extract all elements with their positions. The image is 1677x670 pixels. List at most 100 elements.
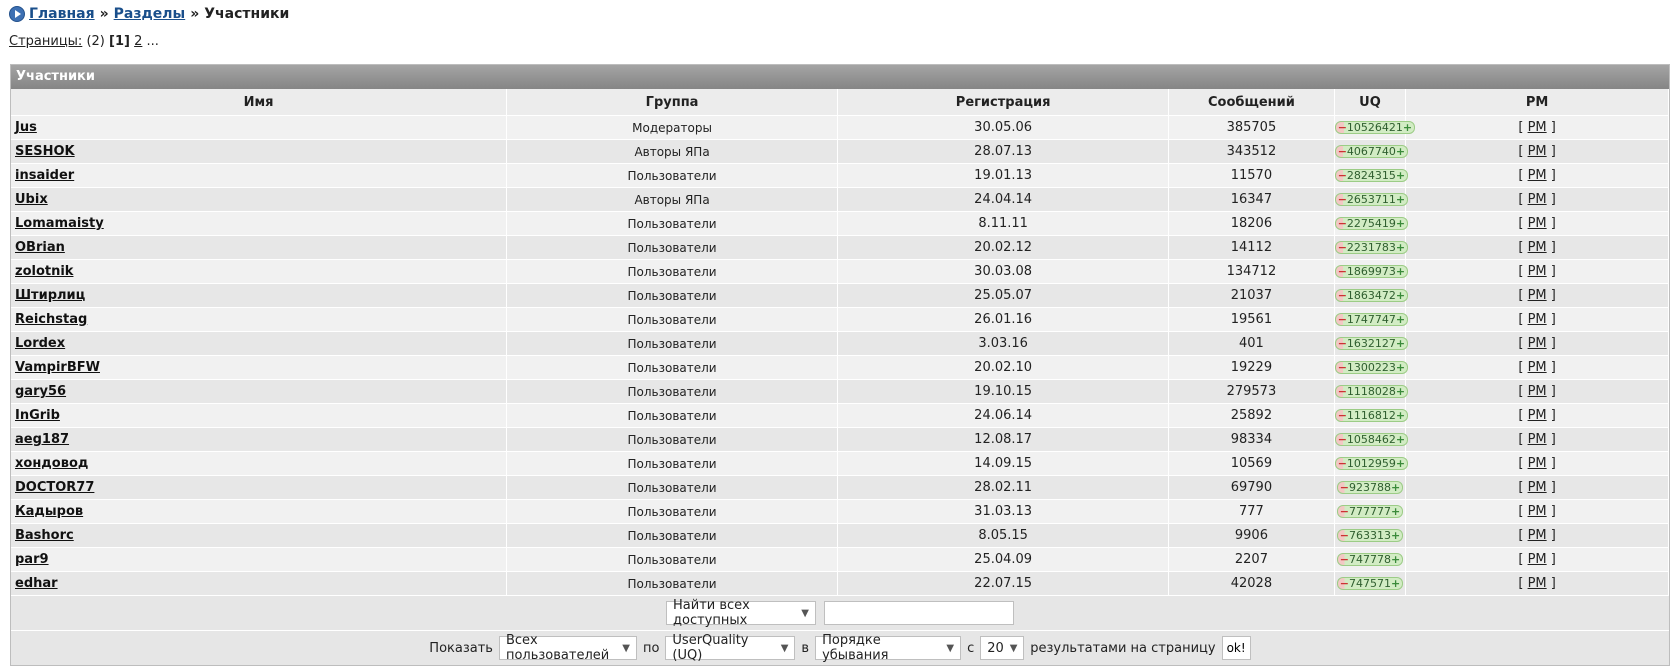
pm-link[interactable]: PM bbox=[1528, 216, 1547, 231]
member-name-link[interactable]: aeg187 bbox=[15, 432, 69, 447]
member-name-link[interactable]: OBrian bbox=[15, 240, 65, 255]
uq-minus-icon[interactable]: − bbox=[1338, 337, 1347, 350]
pm-link[interactable]: PM bbox=[1528, 408, 1547, 423]
column-header-posts[interactable]: Сообщений bbox=[1168, 89, 1335, 116]
member-name-link[interactable]: edhar bbox=[15, 576, 58, 591]
column-header-registration[interactable]: Регистрация bbox=[837, 89, 1170, 116]
uq-minus-icon[interactable]: − bbox=[1338, 385, 1347, 398]
member-name-link[interactable]: par9 bbox=[15, 552, 49, 567]
pm-link[interactable]: PM bbox=[1528, 120, 1547, 135]
pm-link[interactable]: PM bbox=[1528, 336, 1547, 351]
uq-minus-icon[interactable]: − bbox=[1338, 145, 1347, 158]
uq-minus-icon[interactable]: − bbox=[1338, 457, 1347, 470]
users-filter-select[interactable]: Всех пользователей ▼ bbox=[498, 633, 637, 663]
uq-plus-icon[interactable]: + bbox=[1396, 361, 1405, 374]
pm-link[interactable]: PM bbox=[1528, 504, 1547, 519]
uq-minus-icon[interactable]: − bbox=[1338, 193, 1347, 206]
uq-plus-icon[interactable]: + bbox=[1396, 313, 1405, 326]
uq-minus-icon[interactable]: − bbox=[1338, 409, 1347, 422]
search-mode-select[interactable]: Найти всех доступных ▼ bbox=[666, 598, 816, 628]
pm-link[interactable]: PM bbox=[1528, 432, 1547, 447]
uq-minus-icon[interactable]: − bbox=[1338, 169, 1347, 182]
uq-plus-icon[interactable]: + bbox=[1396, 241, 1405, 254]
member-name-link[interactable]: SESHOK bbox=[15, 144, 75, 159]
member-name-link[interactable]: InGrib bbox=[15, 408, 60, 423]
pages-label[interactable]: Страницы: bbox=[9, 34, 82, 49]
uq-minus-icon[interactable]: − bbox=[1338, 289, 1347, 302]
column-header-pm[interactable]: PM bbox=[1405, 89, 1669, 116]
pm-link[interactable]: PM bbox=[1528, 144, 1547, 159]
pm-link[interactable]: PM bbox=[1528, 384, 1547, 399]
uq-plus-icon[interactable]: + bbox=[1396, 193, 1405, 206]
sort-order-select[interactable]: Порядке убывания ▼ bbox=[815, 633, 962, 663]
uq-plus-icon[interactable]: + bbox=[1391, 577, 1400, 590]
uq-plus-icon[interactable]: + bbox=[1396, 289, 1405, 302]
uq-value: 2824315 bbox=[1346, 169, 1396, 182]
pm-link[interactable]: PM bbox=[1528, 480, 1547, 495]
member-name-link[interactable]: insaider bbox=[15, 168, 74, 183]
uq-minus-icon[interactable]: − bbox=[1340, 577, 1349, 590]
member-name-link[interactable]: Ubix bbox=[15, 192, 48, 207]
search-input[interactable] bbox=[824, 601, 1014, 625]
uq-plus-icon[interactable]: + bbox=[1396, 217, 1405, 230]
sort-field-select[interactable]: UserQuality (UQ) ▼ bbox=[665, 633, 796, 663]
uq-minus-icon[interactable]: − bbox=[1338, 361, 1347, 374]
column-header-group[interactable]: Группа bbox=[506, 89, 839, 116]
page-2-link[interactable]: 2 bbox=[134, 34, 142, 49]
member-name-link[interactable]: VampirBFW bbox=[15, 360, 100, 375]
member-name-link[interactable]: Jus bbox=[15, 120, 37, 135]
member-name-link[interactable]: хондовод bbox=[15, 456, 88, 471]
uq-plus-icon[interactable]: + bbox=[1396, 169, 1405, 182]
breadcrumb-home-link[interactable]: Главная bbox=[29, 6, 95, 22]
pm-link[interactable]: PM bbox=[1528, 552, 1547, 567]
column-header-name[interactable]: Имя bbox=[11, 89, 508, 116]
uq-minus-icon[interactable]: − bbox=[1338, 433, 1347, 446]
member-name-link[interactable]: Bashorc bbox=[15, 528, 74, 543]
members-panel: Участники Имя Группа Регистрация Сообщен… bbox=[10, 64, 1670, 666]
uq-minus-icon[interactable]: − bbox=[1340, 553, 1349, 566]
uq-minus-icon[interactable]: − bbox=[1338, 121, 1347, 134]
uq-minus-icon[interactable]: − bbox=[1340, 481, 1349, 494]
member-name-link[interactable]: gary56 bbox=[15, 384, 66, 399]
uq-plus-icon[interactable]: + bbox=[1391, 481, 1400, 494]
member-name-link[interactable]: Lomamaisty bbox=[15, 216, 104, 231]
pm-link[interactable]: PM bbox=[1528, 312, 1547, 327]
member-name-link[interactable]: DOCTOR77 bbox=[15, 480, 94, 495]
uq-plus-icon[interactable]: + bbox=[1396, 337, 1405, 350]
pm-link[interactable]: PM bbox=[1528, 264, 1547, 279]
uq-plus-icon[interactable]: + bbox=[1396, 145, 1405, 158]
uq-minus-icon[interactable]: − bbox=[1338, 241, 1347, 254]
member-name-link[interactable]: zolotnik bbox=[15, 264, 73, 279]
member-name-link[interactable]: Штирлиц bbox=[15, 288, 85, 303]
breadcrumb-sections-link[interactable]: Разделы bbox=[114, 6, 186, 22]
uq-plus-icon[interactable]: + bbox=[1396, 433, 1405, 446]
uq-plus-icon[interactable]: + bbox=[1396, 385, 1405, 398]
pm-link[interactable]: PM bbox=[1528, 528, 1547, 543]
pm-link[interactable]: PM bbox=[1528, 168, 1547, 183]
pm-link[interactable]: PM bbox=[1528, 576, 1547, 591]
pm-link[interactable]: PM bbox=[1528, 288, 1547, 303]
pm-link[interactable]: PM bbox=[1528, 456, 1547, 471]
uq-plus-icon[interactable]: + bbox=[1391, 553, 1400, 566]
uq-plus-icon[interactable]: + bbox=[1403, 121, 1412, 134]
uq-plus-icon[interactable]: + bbox=[1396, 265, 1405, 278]
pm-link[interactable]: PM bbox=[1528, 192, 1547, 207]
uq-minus-icon[interactable]: − bbox=[1340, 529, 1349, 542]
member-name-link[interactable]: Lordex bbox=[15, 336, 65, 351]
pm-link[interactable]: PM bbox=[1528, 360, 1547, 375]
uq-minus-icon[interactable]: − bbox=[1338, 217, 1347, 230]
uq-plus-icon[interactable]: + bbox=[1391, 505, 1400, 518]
uq-badge: −2275419+ bbox=[1334, 217, 1409, 230]
uq-plus-icon[interactable]: + bbox=[1396, 409, 1405, 422]
uq-plus-icon[interactable]: + bbox=[1391, 529, 1400, 542]
ok-button[interactable]: ok! bbox=[1221, 636, 1251, 660]
uq-minus-icon[interactable]: − bbox=[1340, 505, 1349, 518]
member-name-link[interactable]: Кадыров bbox=[15, 504, 83, 519]
uq-plus-icon[interactable]: + bbox=[1396, 457, 1405, 470]
uq-minus-icon[interactable]: − bbox=[1338, 313, 1347, 326]
uq-minus-icon[interactable]: − bbox=[1338, 265, 1347, 278]
column-header-uq[interactable]: UQ bbox=[1334, 89, 1407, 116]
per-page-select[interactable]: 20 ▼ bbox=[980, 636, 1025, 660]
member-name-link[interactable]: Reichstag bbox=[15, 312, 87, 327]
pm-link[interactable]: PM bbox=[1528, 240, 1547, 255]
